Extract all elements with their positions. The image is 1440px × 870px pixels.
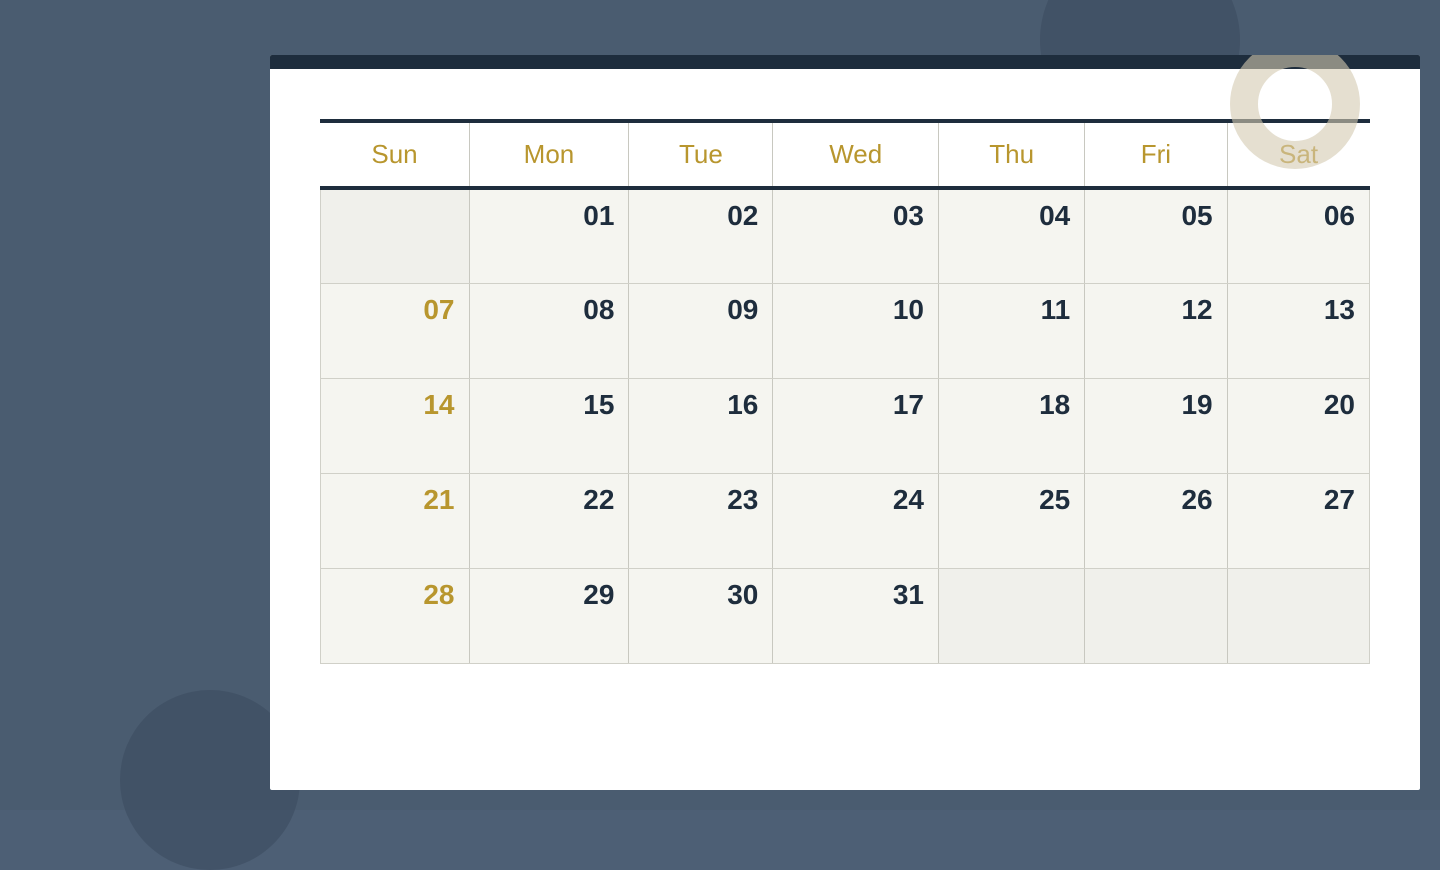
calendar-day: 07 bbox=[321, 283, 470, 378]
calendar-day: 10 bbox=[773, 283, 939, 378]
calendar-day: 21 bbox=[321, 473, 470, 568]
calendar-day bbox=[1085, 568, 1227, 663]
calendar-week-row: 21222324252627 bbox=[321, 473, 1370, 568]
calendar-day: 05 bbox=[1085, 188, 1227, 283]
calendar-day: 11 bbox=[939, 283, 1085, 378]
calendar-day: 29 bbox=[469, 568, 629, 663]
days-header-row: Sun Mon Tue Wed Thu Fri Sat bbox=[321, 123, 1370, 188]
calendar-day: 25 bbox=[939, 473, 1085, 568]
calendar-day: 31 bbox=[773, 568, 939, 663]
calendar-week-row: 28293031 bbox=[321, 568, 1370, 663]
calendar-content: Sun Mon Tue Wed Thu Fri Sat 010203040506… bbox=[270, 69, 1420, 684]
calendar-week-row: 14151617181920 bbox=[321, 378, 1370, 473]
calendar-day: 16 bbox=[629, 378, 773, 473]
calendar-header bbox=[320, 99, 1370, 109]
calendar-day: 24 bbox=[773, 473, 939, 568]
calendar-day: 30 bbox=[629, 568, 773, 663]
calendar-day: 20 bbox=[1227, 378, 1369, 473]
calendar-day: 28 bbox=[321, 568, 470, 663]
calendar-day: 09 bbox=[629, 283, 773, 378]
calendar-day bbox=[939, 568, 1085, 663]
calendar-table: Sun Mon Tue Wed Thu Fri Sat 010203040506… bbox=[320, 123, 1370, 664]
calendar-day: 26 bbox=[1085, 473, 1227, 568]
calendar-day bbox=[1227, 568, 1369, 663]
calendar-day: 15 bbox=[469, 378, 629, 473]
calendar-day: 19 bbox=[1085, 378, 1227, 473]
calendar-day: 22 bbox=[469, 473, 629, 568]
calendar-day: 14 bbox=[321, 378, 470, 473]
calendar-week-row: 07080910111213 bbox=[321, 283, 1370, 378]
calendar-day: 18 bbox=[939, 378, 1085, 473]
sidebar bbox=[0, 0, 210, 810]
col-fri: Fri bbox=[1085, 123, 1227, 188]
col-thu: Thu bbox=[939, 123, 1085, 188]
calendar-card: Sun Mon Tue Wed Thu Fri Sat 010203040506… bbox=[270, 55, 1420, 790]
calendar-day: 17 bbox=[773, 378, 939, 473]
calendar-day: 23 bbox=[629, 473, 773, 568]
calendar-day: 01 bbox=[469, 188, 629, 283]
calendar-day: 06 bbox=[1227, 188, 1369, 283]
col-mon: Mon bbox=[469, 123, 629, 188]
calendar-day: 04 bbox=[939, 188, 1085, 283]
col-wed: Wed bbox=[773, 123, 939, 188]
calendar-day: 02 bbox=[629, 188, 773, 283]
calendar-day: 13 bbox=[1227, 283, 1369, 378]
col-sun: Sun bbox=[321, 123, 470, 188]
calendar-day: 12 bbox=[1085, 283, 1227, 378]
calendar-day: 08 bbox=[469, 283, 629, 378]
calendar-day bbox=[321, 188, 470, 283]
calendar-day: 27 bbox=[1227, 473, 1369, 568]
col-tue: Tue bbox=[629, 123, 773, 188]
calendar-day: 03 bbox=[773, 188, 939, 283]
calendar-week-row: 010203040506 bbox=[321, 188, 1370, 283]
